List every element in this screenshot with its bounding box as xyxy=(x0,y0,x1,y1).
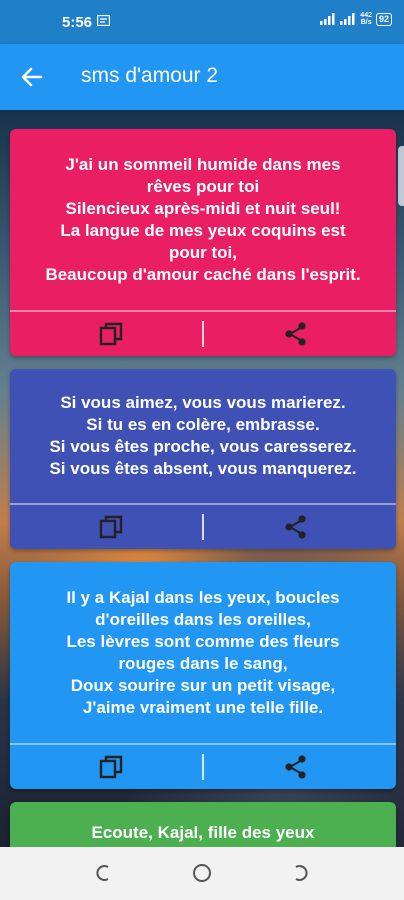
page-title: sms d'amour 2 xyxy=(81,64,219,87)
action-separator xyxy=(202,514,204,540)
card-actions xyxy=(10,312,396,356)
copy-icon[interactable] xyxy=(98,514,124,540)
back-icon[interactable] xyxy=(289,862,311,884)
system-nav-bar xyxy=(0,847,404,900)
message-card: Si vous aimez, vous vous marierez. Si tu… xyxy=(10,369,396,549)
copy-icon[interactable] xyxy=(98,321,124,347)
network-speed-unit: B/s xyxy=(360,19,372,26)
signal-icon xyxy=(320,13,335,25)
message-text: J'ai un sommeil humide dans mes rêves po… xyxy=(45,154,361,284)
copy-icon[interactable] xyxy=(98,754,124,780)
action-separator xyxy=(202,321,204,347)
status-indicators: 442 B/s 92 xyxy=(320,12,392,26)
app-bar: sms d'amour 2 xyxy=(0,44,404,110)
action-separator xyxy=(202,754,204,780)
message-text: Ecoute, Kajal, fille des yeux xyxy=(91,823,315,842)
recent-apps-icon[interactable] xyxy=(93,862,115,884)
message-card: Il y a Kajal dans les yeux, boucles d'or… xyxy=(10,562,396,789)
status-time: 5:56 xyxy=(62,14,93,31)
signal-icon-2 xyxy=(340,13,355,25)
battery-icon: 92 xyxy=(375,12,392,26)
message-text: Si vous aimez, vous vous marierez. Si tu… xyxy=(49,393,357,478)
share-icon[interactable] xyxy=(283,514,309,540)
message-notification-icon xyxy=(97,15,110,26)
arrow-back-icon[interactable] xyxy=(18,63,46,91)
message-text: Il y a Kajal dans les yeux, boucles d'or… xyxy=(66,587,340,717)
home-icon[interactable] xyxy=(191,862,213,884)
share-icon[interactable] xyxy=(283,321,309,347)
next-item-peek xyxy=(398,146,404,206)
message-card: Ecoute, Kajal, fille des yeux xyxy=(10,802,396,847)
share-icon[interactable] xyxy=(283,754,309,780)
card-actions xyxy=(10,505,396,549)
network-speed-value: 442 xyxy=(360,12,372,19)
message-card: J'ai un sommeil humide dans mes rêves po… xyxy=(10,129,396,356)
status-bar: 5:56 442 B/s 92 xyxy=(0,0,404,44)
card-actions xyxy=(10,745,396,789)
message-list[interactable]: J'ai un sommeil humide dans mes rêves po… xyxy=(0,110,404,847)
network-speed: 442 B/s xyxy=(360,12,372,26)
